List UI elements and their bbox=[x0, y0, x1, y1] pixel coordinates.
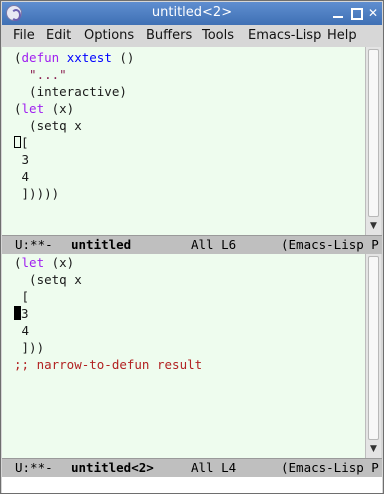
scrollbar-thumb[interactable] bbox=[368, 49, 379, 217]
major-mode[interactable]: (Emacs-Lisp P bbox=[281, 237, 379, 252]
code-line: (interactive) bbox=[14, 84, 127, 99]
code-line: [ bbox=[14, 134, 29, 151]
window-title: untitled<2> bbox=[151, 5, 233, 20]
comment-line: ;; narrow-to-defun result bbox=[14, 357, 203, 372]
emacs-window: untitled<2> ✕ File Edit Options Buffers … bbox=[0, 0, 384, 494]
code-line: 3 bbox=[14, 152, 30, 167]
buffer-status: U:**- bbox=[15, 460, 53, 475]
scrollbar-thumb[interactable] bbox=[368, 256, 379, 440]
major-mode[interactable]: (Emacs-Lisp P bbox=[281, 460, 379, 475]
menu-help[interactable]: Help bbox=[327, 28, 357, 43]
menu-bar: File Edit Options Buffers Tools Emacs-Li… bbox=[2, 25, 382, 47]
mode-line-upper[interactable]: U:**- untitled All L6 (Emacs-Lisp P bbox=[2, 235, 382, 254]
code-line: (defun xxtest () bbox=[14, 50, 135, 65]
maximize-icon[interactable] bbox=[349, 6, 363, 20]
text-area-upper[interactable]: (defun xxtest () "..." (interactive) (le… bbox=[2, 47, 365, 235]
buffer-status: U:**- bbox=[15, 237, 53, 252]
scrollbar-upper[interactable]: ▼ bbox=[365, 47, 381, 235]
code-line: "..." bbox=[14, 67, 67, 82]
menu-file[interactable]: File bbox=[13, 28, 35, 43]
buffer-name[interactable]: untitled bbox=[71, 237, 131, 252]
scroll-down-icon[interactable]: ▼ bbox=[368, 220, 379, 232]
buffer-position: All L4 bbox=[191, 460, 237, 475]
code-line: 4 bbox=[14, 169, 30, 184]
code-line: [ bbox=[14, 289, 30, 304]
code-line: ])) bbox=[14, 340, 45, 355]
menu-edit[interactable]: Edit bbox=[46, 28, 71, 43]
code-line: (setq x bbox=[14, 272, 82, 287]
echo-area[interactable] bbox=[2, 477, 382, 493]
mode-line-lower[interactable]: U:**- untitled<2> All L4 (Emacs-Lisp P bbox=[2, 458, 382, 477]
close-icon[interactable]: ✕ bbox=[366, 6, 380, 20]
text-cursor bbox=[14, 306, 21, 320]
scrollbar-lower[interactable]: ▼ bbox=[365, 254, 381, 458]
menu-emacs-lisp[interactable]: Emacs-Lisp bbox=[248, 28, 321, 43]
buffer-name[interactable]: untitled<2> bbox=[71, 460, 154, 475]
code-line: ])))) bbox=[14, 186, 60, 201]
code-line: (let (x) bbox=[14, 255, 75, 270]
menu-buffers[interactable]: Buffers bbox=[146, 28, 192, 43]
code-line: (let (x) bbox=[14, 101, 75, 116]
code-line: 3 bbox=[14, 305, 29, 322]
menu-options[interactable]: Options bbox=[84, 28, 134, 43]
minimize-icon[interactable] bbox=[331, 6, 345, 20]
scroll-down-icon[interactable]: ▼ bbox=[368, 443, 379, 455]
title-bar[interactable]: untitled<2> ✕ bbox=[2, 2, 382, 25]
code-line: (setq x bbox=[14, 118, 82, 133]
menu-tools[interactable]: Tools bbox=[202, 28, 234, 43]
text-cursor bbox=[14, 136, 21, 148]
buffer-position: All L6 bbox=[191, 237, 237, 252]
text-area-lower[interactable]: (let (x) (setq x [ 3 4 ])) ;; narrow-to-… bbox=[2, 254, 365, 458]
code-line: 4 bbox=[14, 323, 30, 338]
